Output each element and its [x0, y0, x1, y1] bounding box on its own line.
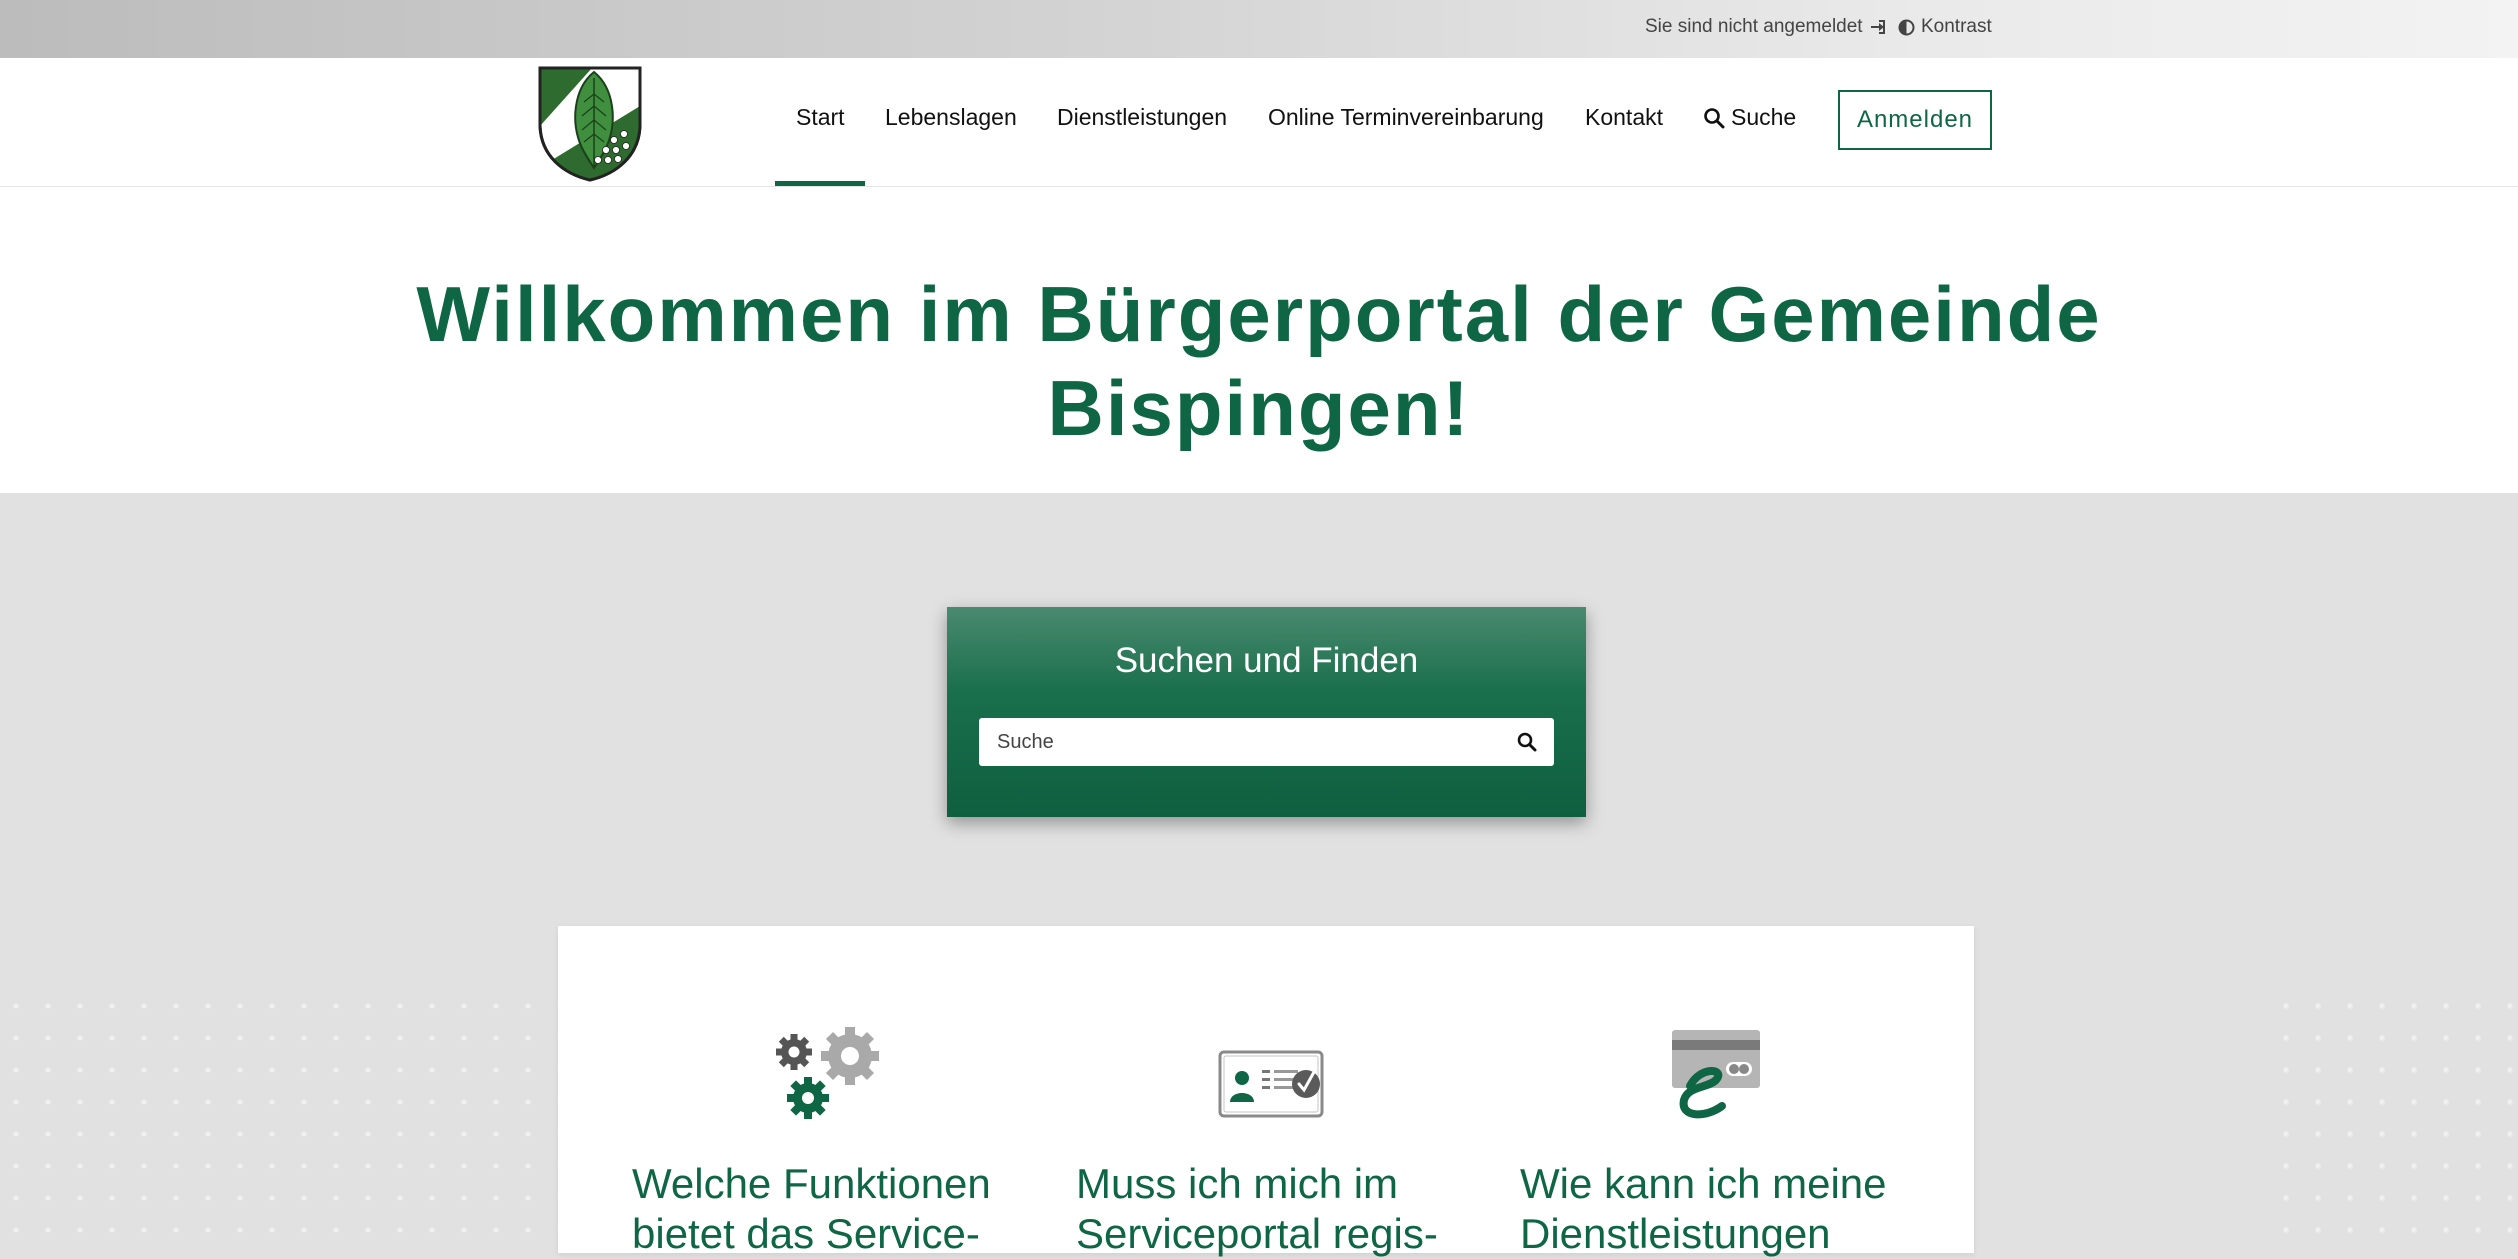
- sign-in-icon: [1870, 20, 1885, 34]
- id-card-check-icon: [1218, 1050, 1324, 1118]
- gears-icon: [776, 1027, 879, 1119]
- login-button[interactable]: Anmelden: [1838, 90, 1992, 150]
- hero-section: Willkommen im Bürgerportal der Gemeinde …: [0, 187, 2518, 493]
- epayment-card-icon: [1672, 1030, 1760, 1119]
- login-status-link[interactable]: Sie sind nicht angemeldet: [1645, 16, 1887, 38]
- nav-lebenslagen[interactable]: Lebenslagen: [885, 104, 1017, 131]
- main-navbar: Start Lebenslagen Dienstleistungen Onlin…: [0, 58, 2518, 187]
- page-title: Willkommen im Bürgerportal der Gemeinde …: [0, 267, 2518, 455]
- decorative-dot-pattern-right: [2270, 990, 2518, 1253]
- page-title-line1: Willkommen im Bürgerportal der Gemeinde: [416, 270, 2102, 358]
- search-input[interactable]: [995, 729, 1516, 755]
- contrast-icon: [1898, 19, 1915, 35]
- feature-registration-line1: Muss ich mich im: [1076, 1160, 1399, 1207]
- search-box: [979, 718, 1554, 766]
- feature-payment-line1: Wie kann ich meine: [1520, 1160, 1887, 1207]
- page-title-line2: Bispingen!: [1047, 364, 1471, 452]
- nav-online-terminvereinbarung[interactable]: Online Terminvereinbarung: [1268, 104, 1544, 131]
- search-submit-icon[interactable]: [1516, 731, 1538, 753]
- feature-registration-title: Muss ich mich im Serviceportal regis-: [1076, 1159, 1486, 1259]
- nav-dienstleistungen[interactable]: Dienstleistungen: [1057, 104, 1227, 131]
- feature-registration-line2: Serviceportal regis-: [1076, 1210, 1438, 1257]
- contrast-label: Kontrast: [1921, 16, 1992, 37]
- decorative-dot-pattern-left: [0, 990, 560, 1253]
- login-status-text: Sie sind nicht angemeldet: [1645, 16, 1863, 37]
- faq-card: Welche Funktionen bietet das Service- Mu…: [558, 926, 1974, 1257]
- nav-kontakt[interactable]: Kontakt: [1585, 104, 1663, 131]
- coat-of-arms-logo[interactable]: [536, 64, 644, 182]
- nav-suche[interactable]: Suche: [1703, 104, 1796, 131]
- feature-payment-line2: Dienstleistungen: [1520, 1210, 1831, 1257]
- feature-functions-line2: bietet das Service-: [632, 1210, 980, 1257]
- search-icon: [1704, 107, 1725, 128]
- feature-functions-title: Welche Funktionen bietet das Service-: [632, 1159, 1042, 1259]
- contrast-toggle[interactable]: Kontrast: [1898, 16, 1992, 38]
- nav-start[interactable]: Start: [796, 104, 845, 131]
- utility-bar: Sie sind nicht angemeldet Kontrast: [0, 0, 2518, 58]
- feature-functions-line1: Welche Funktionen: [632, 1160, 991, 1207]
- nav-suche-label: Suche: [1731, 104, 1797, 130]
- search-card: Suchen und Finden: [947, 607, 1586, 817]
- feature-payment-title: Wie kann ich meine Dienstleistungen: [1520, 1159, 1930, 1259]
- search-card-title: Suchen und Finden: [1114, 641, 1419, 680]
- nav-active-indicator: [775, 181, 865, 186]
